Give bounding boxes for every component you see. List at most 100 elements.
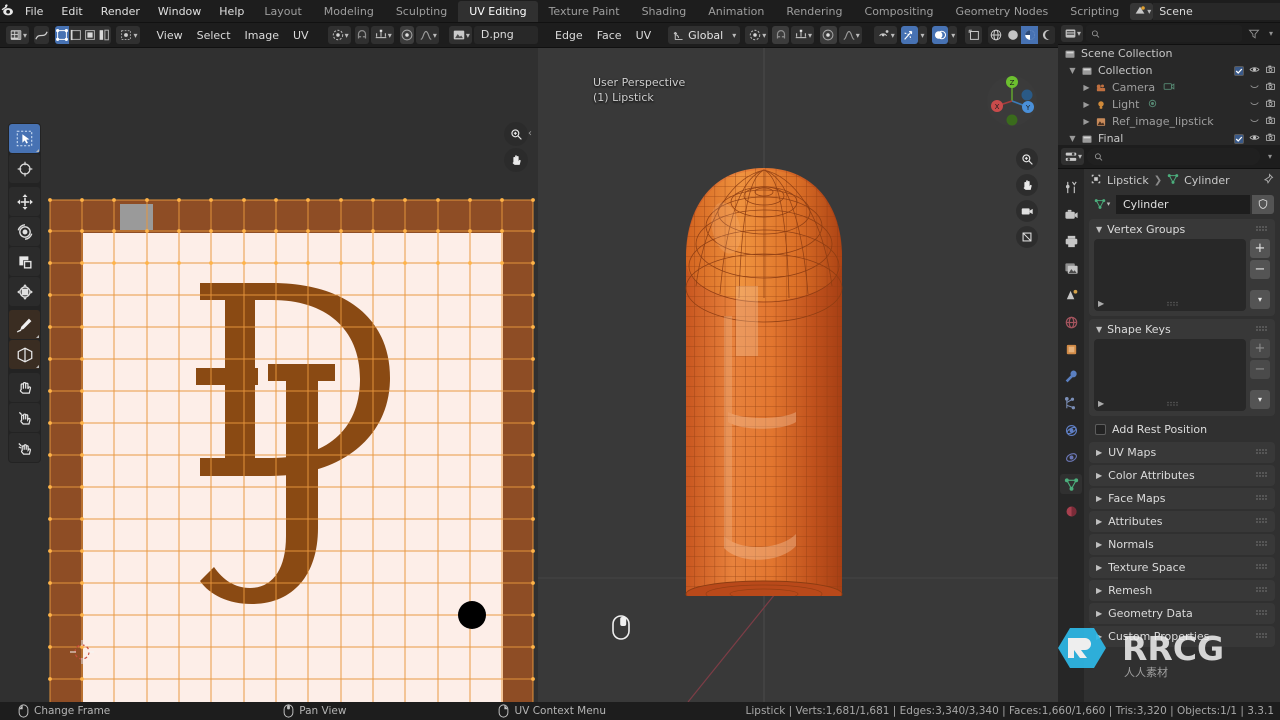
collection-enable-checkbox[interactable]: [1234, 65, 1244, 76]
v3d-label-edge[interactable]: Edge: [548, 23, 590, 48]
properties-tab-tool[interactable]: [1060, 177, 1082, 197]
menu-help[interactable]: Help: [210, 0, 253, 23]
chevron-down-icon[interactable]: ▼: [1096, 225, 1102, 234]
uv-tool-cursor[interactable]: [9, 154, 40, 183]
add-rest-position-checkbox[interactable]: [1095, 423, 1106, 435]
add-rest-position-row[interactable]: Add Rest Position: [1089, 419, 1275, 439]
chevron-right-icon[interactable]: ▶: [1098, 299, 1104, 308]
chevron-right-icon[interactable]: ▶: [1096, 586, 1102, 595]
uv-menu-uv[interactable]: UV: [286, 23, 316, 48]
shape-key-specials-dropdown[interactable]: ▾: [1250, 390, 1270, 409]
scene-name-field[interactable]: Scene: [1153, 2, 1280, 20]
material-shading-icon[interactable]: [1021, 26, 1039, 44]
uv-menu-view[interactable]: View: [150, 23, 190, 48]
vertex-groups-panel-header[interactable]: ▼ Vertex Groups: [1089, 219, 1275, 239]
chevron-right-icon[interactable]: ▶: [1096, 517, 1102, 526]
outliner-row-camera[interactable]: ▶ Camera: [1058, 79, 1280, 96]
workspace-tab-shading[interactable]: Shading: [631, 1, 698, 22]
uv-image-canvas[interactable]: [0, 48, 538, 702]
properties-search-field[interactable]: [1107, 150, 1253, 163]
image-browse-dropdown[interactable]: ▾: [448, 26, 472, 44]
section-remesh[interactable]: ▶ Remesh: [1089, 580, 1275, 601]
section-uv-maps[interactable]: ▶ UV Maps: [1089, 442, 1275, 463]
object-visibility-dropdown[interactable]: ▾: [873, 26, 897, 44]
outliner-tree[interactable]: Scene Collection ▼ Collection ▶ Camera ▶…: [1058, 45, 1280, 147]
edge-select-icon[interactable]: [69, 26, 84, 44]
uv-select-mode-group[interactable]: [55, 26, 112, 44]
properties-tab-world[interactable]: [1060, 312, 1082, 332]
uv-falloff-dropdown[interactable]: ▾: [415, 26, 439, 44]
view3d-area[interactable]: User Perspective (1) Lipstick Z X Y: [538, 48, 1058, 702]
uv-menu-select[interactable]: Select: [190, 23, 238, 48]
uv-pivot-dropdown[interactable]: ▾: [327, 26, 351, 44]
uv-sidebar-toggle[interactable]: ‹: [528, 128, 532, 139]
v3d-falloff-dropdown[interactable]: ▾: [838, 26, 862, 44]
uv-tool-scale[interactable]: [9, 247, 40, 276]
chevron-right-icon[interactable]: ▶: [1096, 563, 1102, 572]
uv-toolbar[interactable]: [8, 123, 41, 463]
blender-logo-icon[interactable]: [0, 0, 16, 23]
solid-shading-icon[interactable]: [1004, 26, 1022, 44]
section-normals[interactable]: ▶ Normals: [1089, 534, 1275, 555]
xray-options-dropdown[interactable]: ▾: [917, 26, 927, 44]
section-attributes[interactable]: ▶ Attributes: [1089, 511, 1275, 532]
render-camera-icon[interactable]: [1265, 64, 1276, 78]
camera-object-icon[interactable]: [1162, 80, 1176, 96]
vertex-select-icon[interactable]: [55, 26, 70, 44]
v3d-label-uv[interactable]: UV: [629, 23, 659, 48]
mesh-datablock-browse-dropdown[interactable]: ▾: [1090, 194, 1114, 214]
properties-options-dropdown[interactable]: ▾: [1263, 148, 1277, 165]
properties-tab-render[interactable]: [1060, 204, 1082, 224]
v3d-zoom-button[interactable]: [1016, 148, 1038, 170]
drag-dots-icon[interactable]: [1256, 225, 1268, 234]
outliner-search-field[interactable]: [1104, 27, 1237, 40]
workspace-tab-uv-editing[interactable]: UV Editing: [458, 0, 538, 22]
drag-dots-icon[interactable]: [1256, 471, 1268, 480]
fake-user-shield-icon[interactable]: [1252, 194, 1274, 214]
island-select-icon[interactable]: [97, 26, 112, 44]
outliner-row-collection[interactable]: ▼ Collection: [1058, 62, 1280, 79]
render-camera-icon[interactable]: [1265, 98, 1276, 112]
properties-tab-strip[interactable]: [1058, 169, 1084, 702]
visibility-arc-icon[interactable]: [1249, 98, 1260, 112]
overlays-icon[interactable]: [931, 26, 949, 44]
outliner-search-input[interactable]: [1086, 25, 1242, 42]
uv-editor-area[interactable]: ‹ ▶ Move: [0, 48, 538, 702]
menu-window[interactable]: Window: [149, 0, 210, 23]
workspace-tab-scripting[interactable]: Scripting: [1059, 1, 1130, 22]
section-custom-properties[interactable]: ▶ Custom Properties: [1089, 626, 1275, 647]
drag-dots-icon[interactable]: [1256, 563, 1268, 572]
v3d-label-face[interactable]: Face: [590, 23, 629, 48]
uv-tool-move[interactable]: [9, 187, 40, 216]
chevron-right-icon[interactable]: ▶: [1080, 100, 1093, 109]
drag-dots-icon[interactable]: [1256, 586, 1268, 595]
shape-key-remove-button[interactable]: −: [1250, 360, 1270, 379]
chevron-right-icon[interactable]: ▶: [1096, 632, 1102, 641]
render-camera-icon[interactable]: [1265, 132, 1276, 146]
render-camera-icon[interactable]: [1265, 81, 1276, 95]
rendered-shading-icon[interactable]: [1038, 26, 1055, 44]
resize-dots-icon[interactable]: [1167, 401, 1179, 406]
drag-dots-icon[interactable]: [1256, 494, 1268, 503]
outliner-row-scene-collection[interactable]: Scene Collection: [1058, 45, 1280, 62]
workspace-tab-sculpting[interactable]: Sculpting: [385, 1, 458, 22]
lipstick-model[interactable]: [684, 166, 844, 596]
shading-mode-group[interactable]: [988, 26, 1055, 44]
section-face-maps[interactable]: ▶ Face Maps: [1089, 488, 1275, 509]
properties-tab-modifiers[interactable]: [1060, 366, 1082, 386]
section-texture-space[interactable]: ▶ Texture Space: [1089, 557, 1275, 578]
drag-dots-icon[interactable]: [1256, 325, 1268, 334]
visibility-eye-icon[interactable]: [1249, 132, 1260, 146]
properties-tab-scene[interactable]: [1060, 285, 1082, 305]
resize-dots-icon[interactable]: [1167, 301, 1179, 306]
chevron-right-icon[interactable]: ▶: [1096, 494, 1102, 503]
vertex-groups-panel[interactable]: ▼ Vertex Groups ▶ + − ▾: [1089, 219, 1275, 316]
sticky-selection-dropdown[interactable]: ▾: [116, 26, 140, 44]
vertex-group-add-button[interactable]: +: [1250, 239, 1270, 258]
menu-edit[interactable]: Edit: [52, 0, 91, 23]
chevron-right-icon[interactable]: ▶: [1080, 117, 1093, 126]
drag-dots-icon[interactable]: [1256, 609, 1268, 618]
outliner-row-ref-image-lipstick[interactable]: ▶ Ref_image_lipstick: [1058, 113, 1280, 130]
workspace-tab-modeling[interactable]: Modeling: [313, 1, 385, 22]
properties-tab-constraints[interactable]: [1060, 447, 1082, 467]
